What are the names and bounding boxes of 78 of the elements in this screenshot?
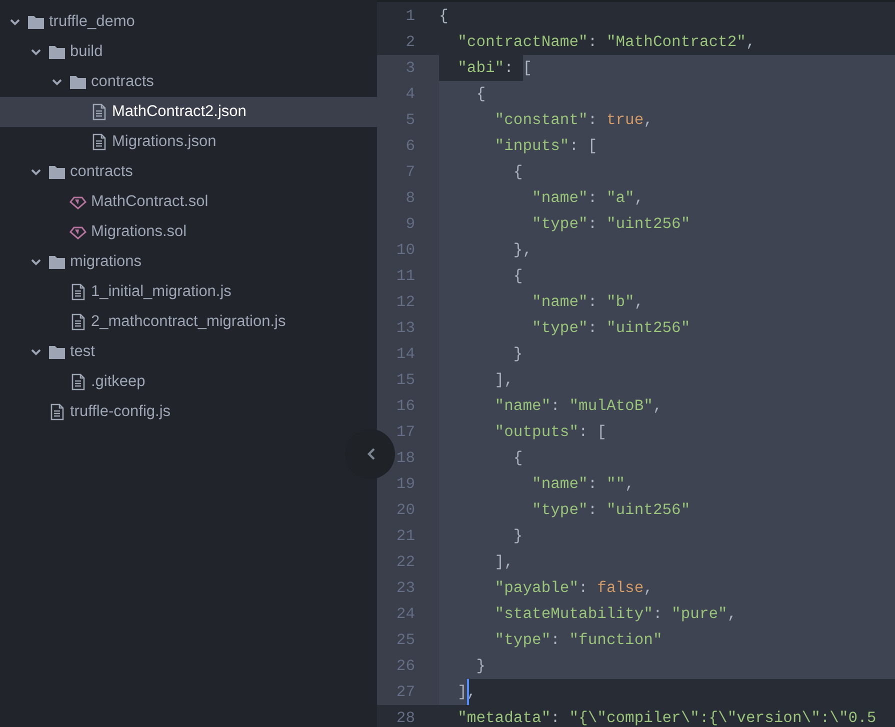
line-number: 3 (377, 55, 439, 81)
line-number: 7 (377, 159, 439, 185)
code-line: } (439, 653, 895, 679)
line-number: 20 (377, 497, 439, 523)
code-line: "payable": false, (439, 575, 895, 601)
line-number: 11 (377, 263, 439, 289)
line-number: 5 (377, 107, 439, 133)
code-line: "type": "function" (439, 627, 895, 653)
code-line: "name": "mulAtoB", (439, 393, 895, 419)
code-line: "name": "a", (439, 185, 895, 211)
line-number: 12 (377, 289, 439, 315)
line-number: 23 (377, 575, 439, 601)
tree-item[interactable]: migrations (0, 247, 377, 277)
line-number: 9 (377, 211, 439, 237)
code-line: "constant": true, (439, 107, 895, 133)
tree-item[interactable]: 1_initial_migration.js (0, 277, 377, 307)
line-number: 17 (377, 419, 439, 445)
tree-item[interactable]: Migrations.json (0, 127, 377, 157)
code-line: "contractName": "MathContract2", (456, 32, 756, 53)
line-number: 6 (377, 133, 439, 159)
line-number: 15 (377, 367, 439, 393)
folder-icon (27, 13, 45, 31)
tree-item[interactable]: MathContract.sol (0, 187, 377, 217)
code-line: { (439, 159, 895, 185)
code-line: "type": "uint256" (439, 497, 895, 523)
tree-item[interactable]: contracts (0, 157, 377, 187)
code-line: "stateMutability": "pure", (439, 601, 895, 627)
tree-item[interactable]: .gitkeep (0, 367, 377, 397)
code-line: } (439, 341, 895, 367)
folder-icon (48, 163, 66, 181)
folder-icon (48, 253, 66, 271)
code-line: "name": "b", (439, 289, 895, 315)
tree-item[interactable]: build (0, 37, 377, 67)
code-line: "outputs": [ (439, 419, 895, 445)
document-icon (90, 103, 108, 121)
code-line: ], (439, 549, 895, 575)
code-line: "type": "uint256" (439, 211, 895, 237)
code-line: }, (439, 237, 895, 263)
code-line: ], (439, 367, 895, 393)
line-number: 27 (377, 679, 439, 705)
tree-item[interactable]: MathContract2.json (0, 97, 377, 127)
line-number: 10 (377, 237, 439, 263)
tree-item[interactable]: 2_mathcontract_migration.js (0, 307, 377, 337)
code-line: "name": "", (439, 471, 895, 497)
document-icon (90, 133, 108, 151)
line-number: 13 (377, 315, 439, 341)
code-line: "metadata": "{\"compiler\":{\"version\":\"0.5 (456, 708, 878, 727)
code-line: { (439, 81, 895, 107)
tree-item[interactable]: test (0, 337, 377, 367)
code-line: "inputs": [ (439, 133, 895, 159)
folder-icon (48, 343, 66, 361)
document-icon (69, 373, 87, 391)
code-line: } (439, 523, 895, 549)
document-icon (69, 313, 87, 331)
line-number: 8 (377, 185, 439, 211)
tree-item[interactable]: truffle_demo (0, 7, 377, 37)
folder-icon (48, 43, 66, 61)
line-number: 21 (377, 523, 439, 549)
document-icon (48, 403, 66, 421)
folder-icon (69, 73, 87, 91)
code-line: ], (439, 679, 895, 705)
line-number: 14 (377, 341, 439, 367)
line-number: 4 (377, 81, 439, 107)
code-line: { (439, 263, 895, 289)
line-number: 22 (377, 549, 439, 575)
line-number: 16 (377, 393, 439, 419)
line-number: 19 (377, 471, 439, 497)
tree-item[interactable]: Migrations.sol (0, 217, 377, 247)
chevron-left-icon (365, 447, 377, 461)
tree-item[interactable]: contracts (0, 67, 377, 97)
code-line: { (439, 6, 450, 27)
document-icon (69, 283, 87, 301)
line-number: 26 (377, 653, 439, 679)
tree-item[interactable]: truffle-config.js (0, 397, 377, 427)
code-line: "type": "uint256" (439, 315, 895, 341)
code-line: { (439, 445, 895, 471)
line-number: 24 (377, 601, 439, 627)
line-number: 25 (377, 627, 439, 653)
